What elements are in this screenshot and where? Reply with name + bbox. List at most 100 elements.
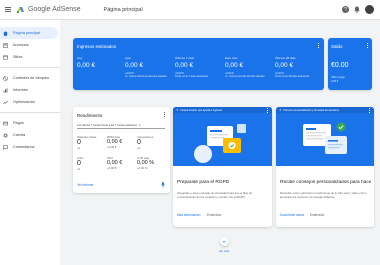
metric-comparison: vs. mismo día de la semana pasada xyxy=(125,75,167,78)
avatar[interactable] xyxy=(365,5,374,14)
sites-icon xyxy=(3,55,8,60)
balance-last-payment-value: 0,00 € xyxy=(331,80,339,83)
sidebar-item-block-controls[interactable]: Controles de bloqueo xyxy=(0,72,60,84)
promo-body: Asegúrate y tiene mensaje de privacidad … xyxy=(177,191,253,199)
sidebar-item-label: Página principal xyxy=(13,31,41,35)
menu-icon[interactable] xyxy=(5,7,11,12)
more-options-icon[interactable] xyxy=(267,107,269,114)
more-options-icon[interactable] xyxy=(318,43,320,49)
performance-title: Rendimiento xyxy=(77,113,103,118)
stat-change: +0 xyxy=(77,146,81,150)
page-title: Página principal xyxy=(103,6,143,13)
promo-banner-header: ✦ Nueva función que ayuda a ingresar xyxy=(173,107,272,113)
promo-heading: Preparate para el RGPD xyxy=(177,180,230,185)
sidebar-item-label: Anuncios xyxy=(13,43,29,47)
stat-change: +0,00 % xyxy=(137,166,148,170)
perf-stat: Clics 0 +0 xyxy=(77,156,107,171)
logo-text: Google AdSense xyxy=(28,6,81,13)
gdpr-promo-card: ✦ Nueva función que ayuda a ingresar Pre… xyxy=(173,107,272,227)
optimization-icon xyxy=(3,100,8,104)
sidebar-divider xyxy=(0,67,60,68)
promo-banner: ✦ Nueva función que ayuda a ingresar xyxy=(173,107,272,166)
feedback-icon xyxy=(3,144,8,150)
sidebar-item-label: Pagos xyxy=(13,121,24,125)
estimated-metric: Este mes 0,00 € +0,00 € vs. mismo períod… xyxy=(225,56,275,78)
stat-value: 0 xyxy=(137,139,141,146)
performance-range-dropdown[interactable]: Los últimos 7 meses frente a los 7 meses… xyxy=(77,122,165,129)
promo-body: Descubre cómo optimizar el rendimiento d… xyxy=(280,191,367,199)
more-options-icon[interactable] xyxy=(367,43,369,49)
promo-banner: ✦ Primero personalización y formatos de … xyxy=(276,107,374,166)
balance-last-payment-label: Último pago xyxy=(331,76,345,79)
promo-banner-label: Primero personalización y formatos de an… xyxy=(283,108,339,112)
sidebar-item-payments[interactable]: Pagos xyxy=(0,117,60,129)
estimated-earnings-title: Ingresos estimados xyxy=(77,44,117,49)
estimated-metric: Últimos 7 días 0,00 € +0,00 € frente a l… xyxy=(175,56,225,78)
tips-promo-card: ✦ Primero personalización y formatos de … xyxy=(276,107,374,227)
reports-icon xyxy=(3,87,8,93)
metric-comparison: frente a los 28 días anteriores xyxy=(275,75,310,78)
balance-card: Saldo €0.00 Último pago 0,00 € xyxy=(328,38,372,90)
ads-icon xyxy=(3,42,8,48)
view-report-link[interactable]: Ver informe xyxy=(77,183,93,187)
promo-heading: Recibe consejos personalizados para hace… xyxy=(280,180,371,185)
sidebar-item-label: Comentarios xyxy=(13,145,35,149)
metric-label: Hoy xyxy=(77,56,83,60)
account-icon xyxy=(3,132,8,138)
metric-comparison: vs. mismo período del año pasado xyxy=(225,75,265,78)
more-info-button[interactable]: Más información xyxy=(177,213,200,217)
sidebar-item-home[interactable]: Página principal xyxy=(0,27,58,39)
metric-value: 0,00 € xyxy=(125,62,144,69)
chevron-down-icon: ▾ xyxy=(138,123,141,127)
promo-banner-label: Nueva función que ayuda a ingresar xyxy=(180,108,223,112)
stat-change: +0,00 € xyxy=(107,166,117,170)
sidebar-item-ads[interactable]: Anuncios xyxy=(0,39,60,51)
sidebar-item-reports[interactable]: Informes xyxy=(0,84,60,96)
header-actions: ? xyxy=(342,5,374,14)
notifications-icon[interactable] xyxy=(354,6,360,13)
perf-stat: Páginas vistas 0 +0 xyxy=(77,135,107,150)
adsense-logo-icon xyxy=(16,7,24,14)
stat-change: +0 xyxy=(137,146,141,150)
estimated-earnings-card: Ingresos estimados Hoy 0,00 € Ayer 0,00 … xyxy=(73,38,324,90)
metric-label: Últimos 28 días xyxy=(275,56,296,60)
more-options-icon[interactable] xyxy=(369,107,371,114)
metric-value: 0,00 € xyxy=(77,62,96,69)
balance-value: €0.00 xyxy=(331,62,349,69)
sidebar-item-label: Sitios xyxy=(13,55,23,59)
metric-label: Últimos 7 días xyxy=(175,56,195,60)
metric-value: 0,00 € xyxy=(225,62,244,69)
chevron-down-icon: ▾ xyxy=(219,237,229,246)
more-options-icon[interactable] xyxy=(164,112,166,118)
gdpr-illustration xyxy=(194,124,246,163)
stat-value: 0 xyxy=(77,139,81,146)
got-it-button[interactable]: Entendido xyxy=(310,213,324,217)
got-it-button[interactable]: Entendido xyxy=(207,213,221,217)
estimated-metric: Hoy 0,00 € xyxy=(77,56,125,69)
promo-banner-header: ✦ Primero personalización y formatos de … xyxy=(276,107,374,113)
block-icon xyxy=(3,75,8,81)
sidebar-item-feedback[interactable]: Comentarios xyxy=(0,141,60,153)
adsense-logo[interactable]: Google AdSense xyxy=(16,5,81,14)
help-icon[interactable]: ? xyxy=(342,6,349,13)
pin-icon[interactable] xyxy=(161,182,165,188)
perf-stat: CPC 0,00 € +0,00 € xyxy=(107,156,137,170)
subscribe-button[interactable]: Suscríbete ahora xyxy=(280,213,304,217)
balance-title: Saldo xyxy=(331,44,343,49)
sidebar-item-sites[interactable]: Sitios xyxy=(0,51,60,63)
sidebar-item-account[interactable]: Cuenta xyxy=(0,129,60,141)
metric-comparison: frente a los 7 días anteriores xyxy=(175,75,208,78)
perf-stat: Impresiones 0 +0 xyxy=(137,135,167,150)
sidebar-item-label: Optimización xyxy=(13,100,35,104)
sidebar-item-optimization[interactable]: Optimización xyxy=(0,96,60,108)
estimated-metric: Ayer 0,00 € +0,00 € vs. mismo día de la … xyxy=(125,56,175,78)
view-more-label: Ver más xyxy=(218,249,230,253)
sparkle-icon: ✦ xyxy=(279,108,282,112)
sparkle-icon: ✦ xyxy=(176,108,179,112)
perf-stat: RPM pág. 0,00 € +0,00 € xyxy=(107,135,137,149)
performance-card: Rendimiento Los últimos 7 meses frente a… xyxy=(73,107,170,193)
performance-range-label: Los últimos 7 meses frente a los 7 meses… xyxy=(77,123,137,127)
home-icon xyxy=(3,30,8,36)
stat-change: +0,00 € xyxy=(107,145,117,149)
view-more[interactable]: ▾ Ver más xyxy=(214,237,234,259)
